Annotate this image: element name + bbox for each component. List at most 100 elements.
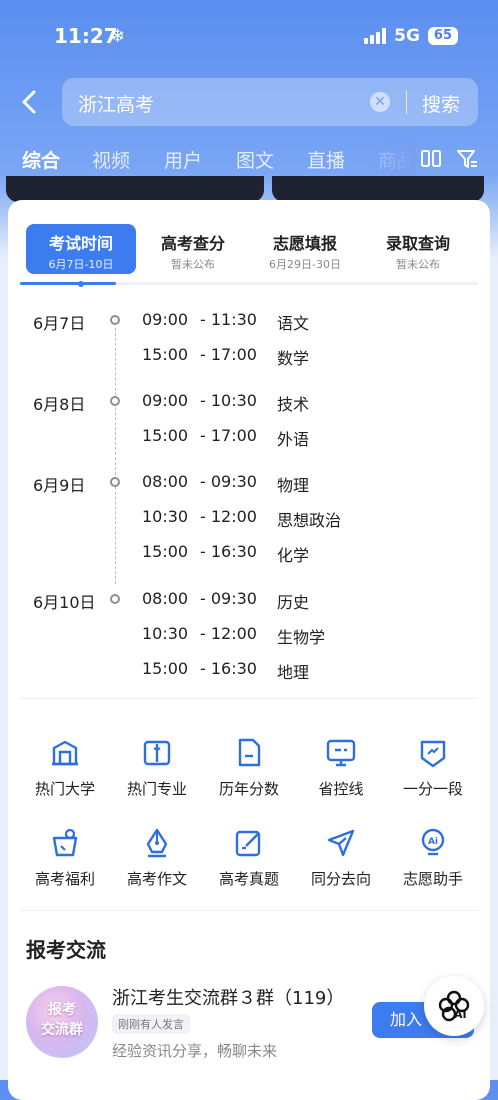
session-start: 10:30 bbox=[142, 507, 189, 526]
session-subject: 化学 bbox=[277, 546, 310, 565]
schedule-date: 6月9日 bbox=[33, 476, 86, 495]
session-subject: 语文 bbox=[277, 314, 310, 333]
timeline-dot bbox=[110, 315, 120, 325]
tool-score-rank[interactable]: 一分一段 bbox=[388, 736, 478, 799]
tool-real-exam[interactable]: 高考真题 bbox=[204, 826, 294, 889]
back-icon[interactable] bbox=[18, 86, 42, 118]
tool-hot-university[interactable]: 热门大学 bbox=[20, 736, 110, 799]
timeline-dot bbox=[110, 594, 120, 604]
session-subject: 技术 bbox=[277, 395, 310, 414]
ai-label: AI bbox=[454, 1008, 467, 1021]
segment-score-query[interactable]: 高考查分 暂未公布 bbox=[140, 224, 246, 274]
book-icon bbox=[140, 736, 174, 770]
clear-icon[interactable]: ✕ bbox=[370, 92, 390, 112]
edit-icon bbox=[232, 826, 266, 860]
search-divider bbox=[406, 90, 407, 114]
filter-tabs: 综合 视频 用户 图文 直播 商品 bbox=[0, 142, 498, 179]
session-subject: 思想政治 bbox=[277, 511, 342, 530]
session-start: 08:00 bbox=[142, 472, 189, 491]
timeline-line bbox=[115, 328, 116, 584]
monitor-icon bbox=[324, 736, 358, 770]
tab-general[interactable]: 综合 bbox=[22, 146, 60, 173]
search-button[interactable]: 搜索 bbox=[422, 90, 460, 117]
timeline-dot bbox=[110, 477, 120, 487]
session-end: - 16:30 bbox=[200, 659, 257, 678]
session-subject: 物理 bbox=[277, 476, 310, 495]
layout-icon[interactable] bbox=[420, 148, 442, 175]
badge-icon bbox=[416, 736, 450, 770]
activity-badge: 刚刚有人发言 bbox=[112, 1014, 190, 1034]
divider bbox=[20, 910, 478, 911]
pen-icon bbox=[140, 826, 174, 860]
tool-assistant[interactable]: Ai 志愿助手 bbox=[388, 826, 478, 889]
tab-fade bbox=[372, 142, 416, 178]
segment-exam-time[interactable]: 考试时间 6月7日-10日 bbox=[26, 224, 136, 274]
filter-icon[interactable] bbox=[456, 148, 478, 175]
svg-text:Ai: Ai bbox=[428, 837, 438, 847]
tab-articles[interactable]: 图文 bbox=[236, 146, 274, 173]
snowflake-icon: ❄ bbox=[110, 26, 126, 47]
status-time: 11:27 bbox=[54, 24, 118, 48]
tool-same-score[interactable]: 同分去向 bbox=[296, 826, 386, 889]
send-icon bbox=[324, 826, 358, 860]
section-title: 报考交流 bbox=[26, 938, 106, 962]
signal-icon bbox=[364, 28, 387, 44]
segment-admission-query[interactable]: 录取查询 暂未公布 bbox=[364, 224, 472, 274]
session-start: 15:00 bbox=[142, 659, 189, 678]
search-input[interactable]: 浙江高考 bbox=[78, 90, 154, 117]
gift-icon bbox=[48, 826, 82, 860]
session-start: 15:00 bbox=[142, 345, 189, 364]
session-end: - 09:30 bbox=[200, 472, 257, 491]
network-type: 5G bbox=[394, 26, 420, 46]
university-icon bbox=[48, 736, 82, 770]
tool-control-line[interactable]: 省控线 bbox=[296, 736, 386, 799]
session-end: - 17:00 bbox=[200, 345, 257, 364]
previous-card-peek-2 bbox=[272, 176, 484, 202]
schedule-date: 6月7日 bbox=[33, 314, 86, 333]
group-avatar[interactable]: 报考 交流群 bbox=[26, 986, 98, 1058]
tab-live[interactable]: 直播 bbox=[307, 146, 345, 173]
segment-track-active bbox=[20, 282, 116, 285]
tab-video[interactable]: 视频 bbox=[92, 146, 130, 173]
session-start: 09:00 bbox=[142, 391, 189, 410]
session-end: - 11:30 bbox=[200, 310, 257, 329]
timeline-dot bbox=[110, 396, 120, 406]
search-bar[interactable]: 浙江高考 ✕ 搜索 bbox=[62, 78, 478, 126]
tool-past-scores[interactable]: 历年分数 bbox=[204, 736, 294, 799]
group-name[interactable]: 浙江考生交流群３群（119） bbox=[112, 984, 344, 1010]
segment-dot bbox=[78, 281, 84, 287]
session-subject: 生物学 bbox=[277, 628, 326, 647]
tab-users[interactable]: 用户 bbox=[164, 146, 202, 173]
session-subject: 外语 bbox=[277, 430, 310, 449]
session-end: - 16:30 bbox=[200, 542, 257, 561]
schedule-date: 6月8日 bbox=[33, 395, 86, 414]
session-end: - 12:00 bbox=[200, 507, 257, 526]
session-start: 09:00 bbox=[142, 310, 189, 329]
session-start: 08:00 bbox=[142, 589, 189, 608]
tool-hot-major[interactable]: 热门专业 bbox=[112, 736, 202, 799]
score-doc-icon bbox=[232, 736, 266, 770]
session-end: - 09:30 bbox=[200, 589, 257, 608]
session-end: - 12:00 bbox=[200, 624, 257, 643]
session-start: 10:30 bbox=[142, 624, 189, 643]
session-end: - 17:00 bbox=[200, 426, 257, 445]
schedule-date: 6月10日 bbox=[33, 593, 96, 612]
status-bar: 11:27 ❄ 5G 65 bbox=[0, 0, 498, 72]
previous-card-peek bbox=[6, 176, 264, 202]
session-subject: 地理 bbox=[277, 663, 310, 682]
segment-application[interactable]: 志愿填报 6月29日-30日 bbox=[250, 224, 360, 274]
battery-icon: 65 bbox=[427, 27, 458, 45]
status-indicators: 5G 65 bbox=[364, 26, 458, 46]
divider bbox=[20, 698, 478, 699]
session-start: 15:00 bbox=[142, 426, 189, 445]
tool-benefits[interactable]: 高考福利 bbox=[20, 826, 110, 889]
session-subject: 数学 bbox=[277, 349, 310, 368]
group-description: 经验资讯分享，畅聊未来 bbox=[112, 1042, 278, 1060]
tool-essay[interactable]: 高考作文 bbox=[112, 826, 202, 889]
exam-card: 考试时间 6月7日-10日 高考查分 暂未公布 志愿填报 6月29日-30日 录… bbox=[8, 200, 490, 1100]
ai-bulb-icon: Ai bbox=[416, 826, 450, 860]
ai-assistant-button[interactable]: AI bbox=[424, 976, 484, 1036]
session-start: 15:00 bbox=[142, 542, 189, 561]
session-end: - 10:30 bbox=[200, 391, 257, 410]
session-subject: 历史 bbox=[277, 593, 310, 612]
